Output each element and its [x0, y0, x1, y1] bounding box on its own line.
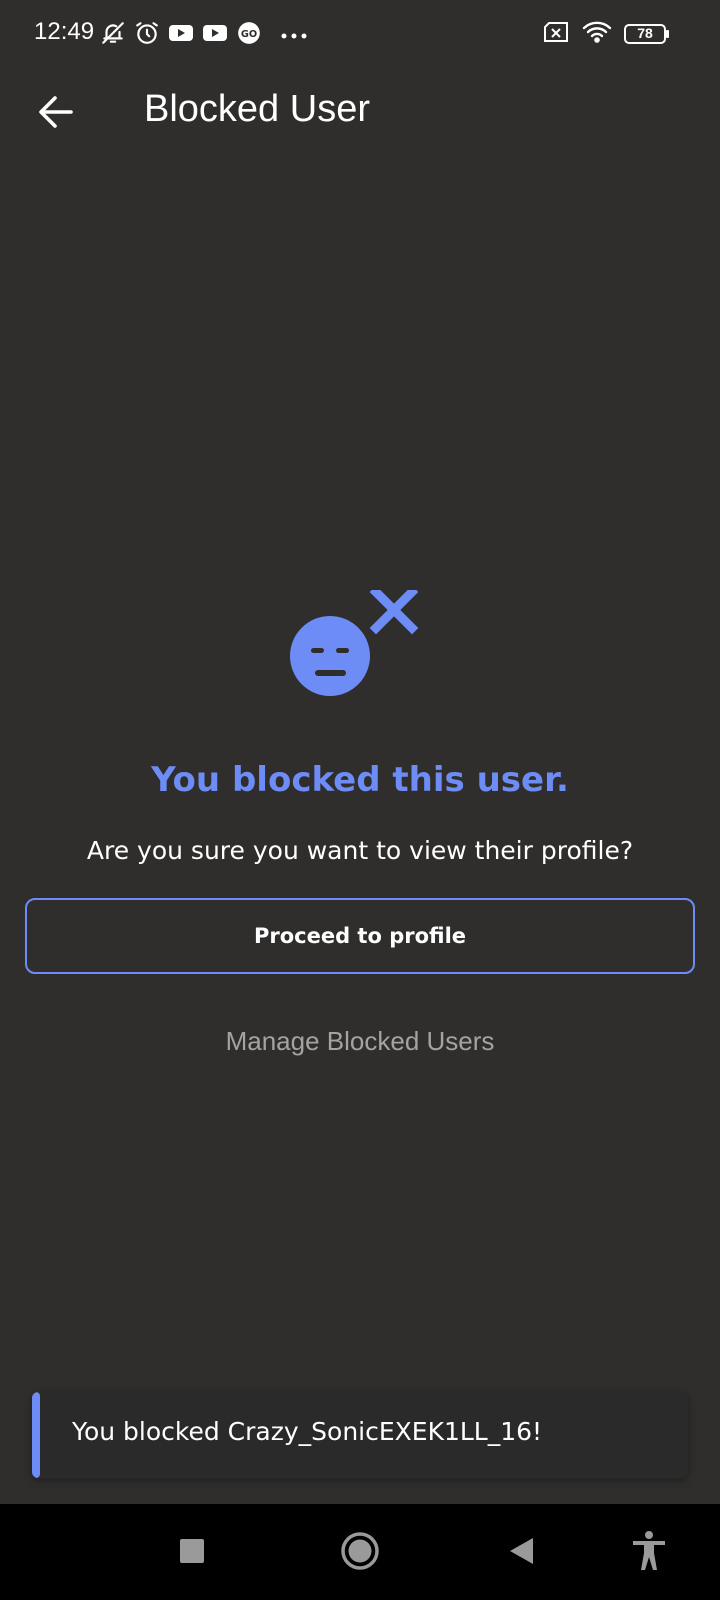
battery-level: 78	[637, 25, 653, 41]
toast-accent-bar	[32, 1392, 40, 1478]
arrow-left-icon	[37, 95, 75, 133]
app-bar: Blocked User	[0, 70, 720, 154]
youtube-icon	[202, 22, 228, 48]
back-button[interactable]	[28, 86, 84, 142]
svg-text:GO: GO	[241, 29, 257, 40]
more-dots-icon	[280, 26, 308, 45]
nav-bar	[0, 1504, 720, 1600]
status-icons-left: GO	[100, 20, 308, 50]
blocked-heading: You blocked this user.	[151, 760, 569, 800]
confirm-text: Are you sure you want to view their prof…	[86, 836, 634, 865]
toast-message: You blocked Crazy_SonicEXEK1LL_16!	[72, 1417, 543, 1446]
accessibility-button[interactable]	[624, 1528, 674, 1578]
manage-blocked-users-link[interactable]: Manage Blocked Users	[0, 1026, 720, 1057]
back-triangle-icon	[507, 1536, 535, 1570]
recents-square-icon	[179, 1538, 205, 1568]
alarm-icon	[134, 20, 160, 50]
go-icon: GO	[236, 20, 262, 50]
status-icons-right: 78	[542, 20, 670, 48]
toast: You blocked Crazy_SonicEXEK1LL_16!	[32, 1392, 688, 1478]
screen: 12:49 GO 78 Blocked User You blocked thi…	[0, 0, 720, 1600]
blocked-face-icon	[290, 585, 430, 710]
accessibility-icon	[631, 1530, 667, 1576]
home-circle-icon	[340, 1531, 380, 1575]
proceed-to-profile-button[interactable]: Proceed to profile	[25, 898, 695, 974]
bell-off-icon	[100, 20, 126, 50]
youtube-icon	[168, 22, 194, 48]
battery-icon: 78	[624, 23, 670, 45]
status-time: 12:49	[34, 18, 95, 45]
page-title: Blocked User	[144, 88, 370, 130]
wifi-icon	[582, 20, 612, 48]
status-bar: 12:49 GO 78	[0, 0, 720, 70]
back-nav-button[interactable]	[496, 1528, 546, 1578]
recents-button[interactable]	[167, 1528, 217, 1578]
home-button[interactable]	[335, 1528, 385, 1578]
sim-x-icon	[542, 20, 570, 48]
